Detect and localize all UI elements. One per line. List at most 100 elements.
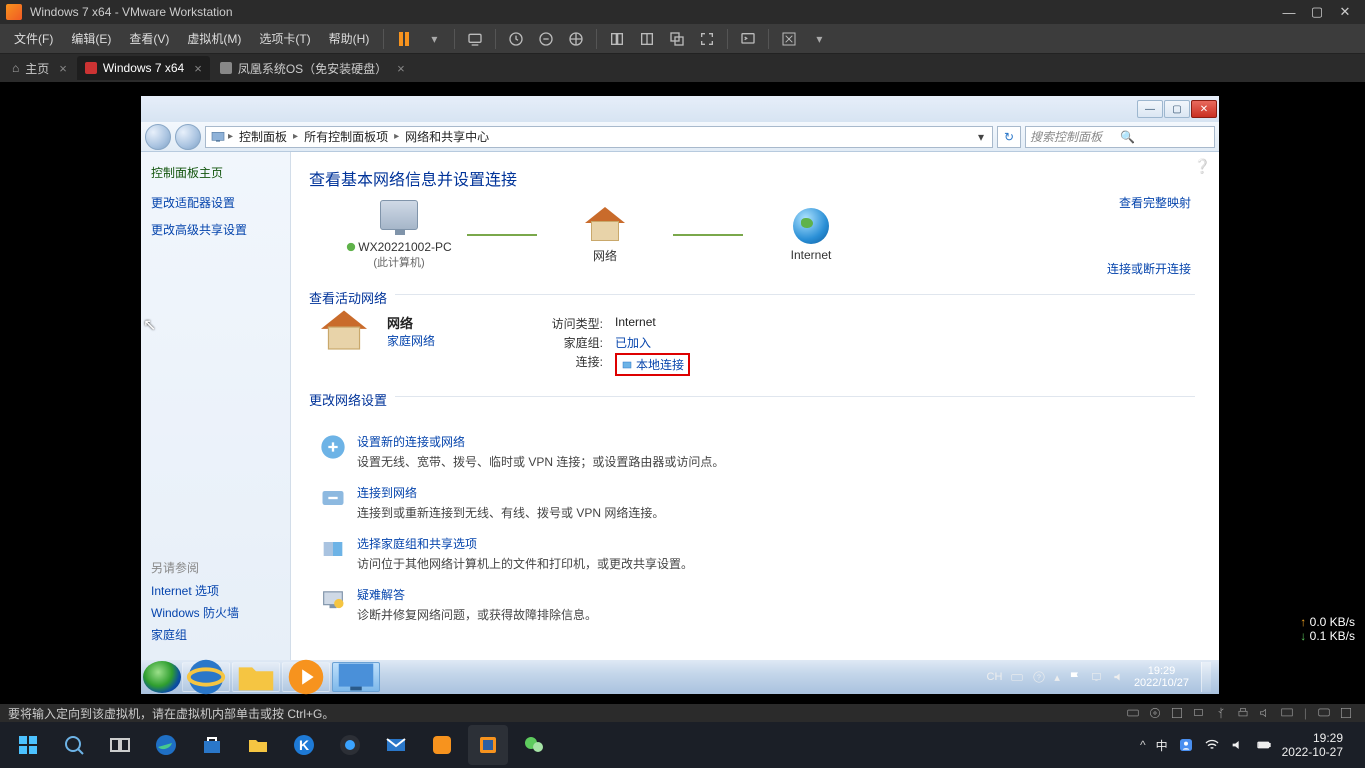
host-todesk-button[interactable] [422,725,462,765]
power-dropdown-icon[interactable]: ▾ [420,28,448,50]
host-volume-icon[interactable] [1230,737,1246,753]
status-printer-icon[interactable] [1236,706,1250,720]
start-button[interactable] [143,661,181,693]
win7-clock[interactable]: 19:29 2022/10/27 [1134,665,1189,689]
tray-expand-icon[interactable]: ▴ [1054,671,1060,684]
sidebar-link-firewall[interactable]: Windows 防火墙 [151,604,280,621]
console-button[interactable] [734,28,762,50]
tab-win7[interactable]: Windows 7 x64 × [77,56,210,80]
help-icon[interactable]: ❔ [1194,158,1211,175]
connect-disconnect-link[interactable]: 连接或断开连接 [1107,260,1191,277]
host-battery-icon[interactable] [1256,737,1272,753]
menu-view[interactable]: 查看(V) [121,27,177,50]
stretch-button[interactable] [775,28,803,50]
sidebar-link-adapter[interactable]: 更改适配器设置 [151,194,280,211]
host-wechat-button[interactable] [514,725,554,765]
nav-back-button[interactable] [145,124,171,150]
status-sound-icon[interactable] [1258,706,1272,720]
active-net-type-link[interactable]: 家庭网络 [387,332,435,349]
host-tray-expand[interactable]: ^ [1140,738,1146,752]
tab-phoenix[interactable]: 凤凰系统OS（免安装硬盘） × [212,56,413,80]
minimize-button[interactable]: — [1275,3,1303,21]
host-vmware-button[interactable] [468,725,508,765]
view-full-map-link[interactable]: 查看完整映射 [1119,194,1191,211]
flag-tray-icon[interactable] [1068,670,1082,684]
menu-file[interactable]: 文件(F) [6,27,61,50]
snapshot-revert-button[interactable] [532,28,560,50]
network-tray-icon[interactable] [1090,670,1104,684]
taskbar-explorer-button[interactable] [232,662,280,692]
volume-tray-icon[interactable] [1112,670,1126,684]
breadcrumb-1[interactable]: 所有控制面板项 [300,128,392,145]
host-store-button[interactable] [192,725,232,765]
local-connection-link[interactable]: 本地连接 [615,353,690,376]
view-single-button[interactable] [603,28,631,50]
task-connect-network[interactable]: 连接到网络连接到或重新连接到无线、有线、拨号或 VPN 网络连接。 [319,484,1195,521]
breadcrumb-2[interactable]: 网络和共享中心 [401,128,493,145]
show-desktop-button[interactable] [1201,662,1211,692]
taskbar-controlpanel-button[interactable] [332,662,380,692]
host-clock[interactable]: 19:29 2022-10-27 [1282,731,1343,760]
host-wifi-icon[interactable] [1204,737,1220,753]
status-floppy-icon[interactable] [1170,706,1184,720]
breadcrumb-dropdown[interactable]: ▾ [974,130,988,144]
host-mail-button[interactable] [376,725,416,765]
menu-vm[interactable]: 虚拟机(M) [179,27,249,50]
snapshot-manager-button[interactable] [562,28,590,50]
win7-ime-indicator[interactable]: CH [987,671,1003,683]
stretch-dropdown[interactable]: ▾ [805,28,833,50]
breadcrumb-0[interactable]: 控制面板 [235,128,291,145]
taskbar-ie-button[interactable] [182,662,230,692]
win7-minimize-button[interactable]: — [1137,100,1163,118]
status-message-icon[interactable] [1317,706,1331,720]
status-usb-icon[interactable] [1214,706,1228,720]
menu-help[interactable]: 帮助(H) [321,27,378,50]
task-new-connection[interactable]: 设置新的连接或网络设置无线、宽带、拨号、临时或 VPN 连接；或设置路由器或访问… [319,433,1195,470]
breadcrumb[interactable]: ▸ 控制面板 ▸ 所有控制面板项 ▸ 网络和共享中心 ▾ [205,126,993,148]
host-start-button[interactable] [8,725,48,765]
pause-vm-button[interactable] [390,28,418,50]
status-net-icon[interactable] [1192,706,1206,720]
send-ctrlaltdel-button[interactable] [461,28,489,50]
status-cd-icon[interactable] [1148,706,1162,720]
menu-edit[interactable]: 编辑(E) [63,27,119,50]
sidebar-link-homegroup[interactable]: 家庭组 [151,626,280,643]
sidebar-link-sharing[interactable]: 更改高级共享设置 [151,221,280,238]
host-edge-button[interactable] [146,725,186,765]
win7-close-button[interactable]: ✕ [1191,100,1217,118]
homegroup-link[interactable]: 已加入 [615,334,651,351]
fullscreen-button[interactable] [693,28,721,50]
tab-win7-close[interactable]: × [194,61,202,76]
search-input[interactable]: 搜索控制面板 🔍 [1025,126,1215,148]
help-tray-icon[interactable]: ? [1032,670,1046,684]
win7-maximize-button[interactable]: ▢ [1164,100,1190,118]
host-explorer-button[interactable] [238,725,278,765]
snapshot-take-button[interactable] [502,28,530,50]
app-close-button[interactable]: ✕ [1331,3,1359,21]
tab-home-close[interactable]: × [59,61,67,76]
host-qqbrowser-button[interactable] [330,725,370,765]
host-ime-indicator[interactable]: 中 [1156,737,1168,754]
maximize-button[interactable]: ▢ [1303,3,1331,21]
tab-home[interactable]: ⌂ 主页 × [4,56,75,80]
status-display-icon[interactable] [1280,706,1294,720]
host-taskview-button[interactable] [100,725,140,765]
status-maximize-icon[interactable] [1339,706,1353,720]
refresh-button[interactable]: ↻ [997,126,1021,148]
nav-fwd-button[interactable] [175,124,201,150]
status-disk-icon[interactable] [1126,706,1140,720]
host-kugou-button[interactable]: K [284,725,324,765]
tab-phoenix-close[interactable]: × [397,61,405,76]
view-multi-button[interactable] [633,28,661,50]
task-troubleshoot[interactable]: 疑难解答诊断并修复网络问题，或获得故障排除信息。 [319,586,1195,623]
guest-viewport[interactable]: — ▢ ✕ ▸ 控制面板 ▸ 所有控制面板项 ▸ 网络和共享中心 ▾ ↻ 搜索控… [140,95,1220,695]
menu-tabs[interactable]: 选项卡(T) [251,27,318,50]
task-homegroup[interactable]: 选择家庭组和共享选项访问位于其他网络计算机上的文件和打印机，或更改共享设置。 [319,535,1195,572]
host-search-button[interactable] [54,725,94,765]
sidebar-home-link[interactable]: 控制面板主页 [151,164,280,181]
host-meet-icon[interactable] [1178,737,1194,753]
sidebar-link-inetopt[interactable]: Internet 选项 [151,582,280,599]
unity-button[interactable] [663,28,691,50]
taskbar-mediaplayer-button[interactable] [282,662,330,692]
keyboard-icon[interactable] [1010,670,1024,684]
